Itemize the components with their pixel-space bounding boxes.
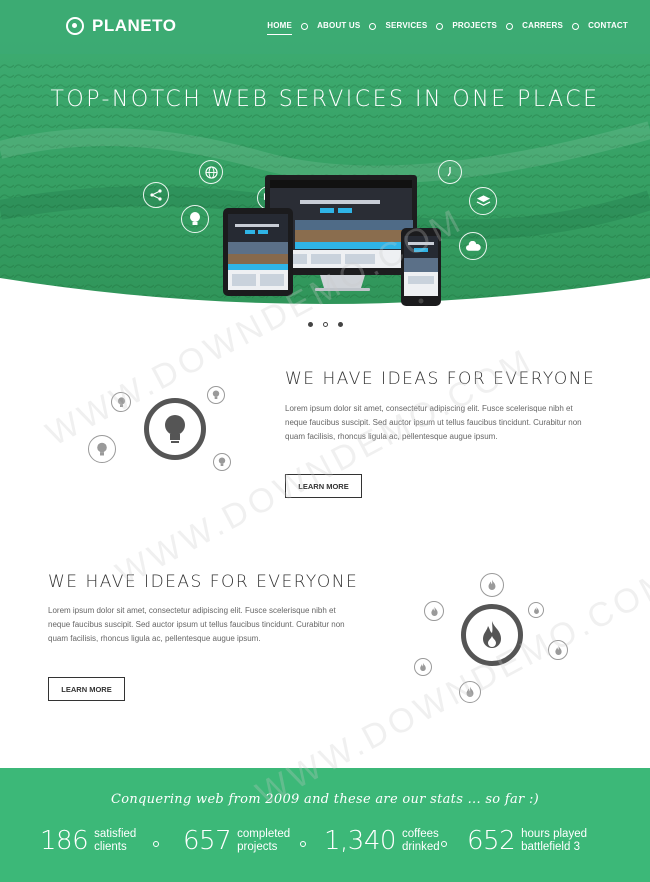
stats-section: Conquering web from 2009 and these are o…: [0, 768, 650, 882]
nav-separator-icon: [369, 22, 377, 30]
lightbulb-main-icon: [144, 398, 206, 460]
feature-title: WE HAVE IDEAS FOR EVERYONE: [48, 572, 359, 592]
nav-separator-icon: [301, 22, 309, 30]
stat-label: completed projects: [237, 828, 291, 853]
feature-description: Lorem ipsum dolor sit amet, consectetur …: [285, 404, 582, 441]
logo[interactable]: PLANETO: [66, 16, 176, 36]
hero-title: TOP-NOTCH WEB SERVICES IN ONE PLACE: [50, 87, 600, 112]
logo-icon: [66, 17, 84, 35]
fire-small-icon: [480, 573, 504, 597]
stat-separator-icon: [153, 841, 159, 847]
nav-contact[interactable]: CONTACT: [588, 21, 628, 35]
devices-mockup: [223, 175, 441, 306]
learn-more-button[interactable]: LEARN MORE: [285, 474, 362, 498]
nav-projects[interactable]: PROJECTS: [452, 21, 497, 35]
nav-separator-icon: [506, 22, 514, 30]
feature-description: Lorem ipsum dolor sit amet, consectetur …: [48, 606, 345, 643]
nav-services[interactable]: SERVICES: [385, 21, 427, 35]
stats-tagline: Conquering web from 2009 and these are o…: [110, 792, 540, 807]
hero-section: PLANETO HOME ABOUT US SERVICES PROJECTS …: [0, 0, 650, 330]
slider-dot[interactable]: [337, 322, 343, 327]
nav-home[interactable]: HOME: [267, 21, 292, 35]
fire-small-icon: [414, 658, 432, 676]
fire-small-icon: [528, 602, 544, 618]
top-navigation-bar: PLANETO HOME ABOUT US SERVICES PROJECTS …: [0, 0, 650, 54]
stat-item: 1,340 coffees drinked: [324, 826, 440, 856]
stat-label: hours played battlefield 3: [521, 828, 587, 853]
stat-separator-icon: [441, 841, 447, 847]
learn-more-button[interactable]: LEARN MORE: [48, 677, 125, 701]
logo-text: PLANETO: [92, 16, 177, 35]
slider-pagination: [0, 322, 650, 327]
nav-about-us[interactable]: ABOUT US: [317, 21, 360, 35]
layers-icon: [469, 187, 497, 215]
slider-dot[interactable]: [307, 322, 313, 327]
stat-item: 652 hours played battlefield 3: [467, 826, 587, 856]
stat-item: 657 completed projects: [183, 826, 290, 856]
stat-number: 657: [183, 826, 232, 856]
nav-separator-icon: [436, 22, 444, 30]
lightbulb-small-icon: [88, 435, 116, 463]
stat-label: satisfied clients: [94, 828, 137, 853]
main-nav: HOME ABOUT US SERVICES PROJECTS CARRERS …: [267, 21, 628, 35]
stat-number: 186: [40, 826, 89, 856]
stat-item: 186 satisfied clients: [40, 826, 136, 856]
feature-title: WE HAVE IDEAS FOR EVERYONE: [285, 369, 596, 389]
stat-separator-icon: [300, 841, 306, 847]
stat-number: 652: [467, 826, 516, 856]
lightbulb-small-icon: [213, 453, 231, 471]
fire-small-icon: [424, 601, 444, 621]
lightbulb-small-icon: [207, 386, 225, 404]
slider-dot-active[interactable]: [322, 322, 328, 327]
lightbulb-small-icon: [111, 392, 131, 412]
nav-separator-icon: [572, 22, 580, 30]
fire-small-icon: [548, 640, 568, 660]
share-icon: [143, 182, 169, 208]
fire-small-icon: [459, 681, 481, 703]
stat-number: 1,340: [324, 826, 396, 856]
fire-main-icon: [461, 604, 523, 666]
stat-label: coffees drinked: [401, 828, 440, 853]
cloud-icon: [459, 232, 487, 260]
lightbulb-icon: [181, 205, 209, 233]
nav-carrers[interactable]: CARRERS: [522, 21, 563, 35]
